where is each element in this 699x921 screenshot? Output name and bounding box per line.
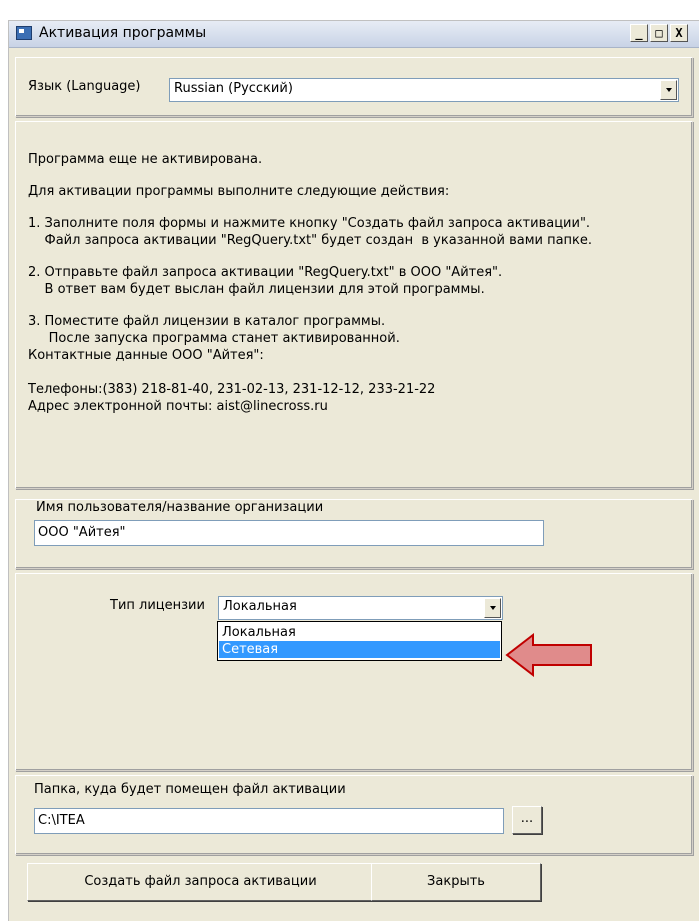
folder-path-input[interactable]: C:\ITEA (34, 808, 504, 834)
browse-folder-button[interactable]: ... (512, 806, 542, 834)
folder-path-value: C:\ITEA (38, 813, 85, 828)
info-group: Программа еще не активирована. Для актив… (15, 121, 693, 489)
info-line: Программа еще не активирована. (28, 152, 263, 167)
app-window-icon (16, 26, 32, 40)
info-line: Адрес электронной почты: aist@linecross.… (28, 399, 328, 414)
dropdown-option-local[interactable]: Локальная (219, 624, 500, 641)
info-line: Контактные данные ООО "Айтея": (28, 348, 264, 363)
minimize-button[interactable]: _ (630, 24, 648, 42)
info-line: 2. Отправьте файл запроса активации "Reg… (28, 265, 503, 280)
close-button[interactable]: Закрыть (371, 863, 541, 901)
dropdown-option-network[interactable]: Сетевая (219, 641, 500, 658)
license-type-label: Тип лицензии (110, 598, 205, 613)
info-line: В ответ вам будет выслан файл лицензии д… (28, 282, 485, 297)
user-group: Имя пользователя/название организации ОО… (15, 499, 693, 569)
language-select[interactable]: Russian (Русский) (169, 78, 679, 102)
info-line: Для активации программы выполните следую… (28, 184, 450, 199)
maximize-button[interactable]: □ (650, 24, 668, 42)
user-label: Имя пользователя/название организации (34, 500, 326, 515)
info-line: 1. Заполните поля формы и нажмите кнопку… (28, 216, 591, 231)
user-name-input[interactable]: ООО "Айтея" (34, 520, 544, 546)
info-line: После запуска программа станет активиров… (28, 331, 400, 346)
license-dropdown-list: Локальная Сетевая (217, 621, 502, 661)
close-window-button[interactable]: X (670, 24, 688, 42)
activation-window: Активация программы _ □ X Язык (Language… (8, 20, 699, 921)
language-group: Язык (Language) Russian (Русский) (15, 57, 693, 117)
annotation-arrow-icon (505, 633, 592, 677)
info-line: Файл запроса активации "RegQuery.txt" бу… (28, 233, 593, 248)
user-name-value: ООО "Айтея" (38, 525, 126, 540)
language-label: Язык (Language) (28, 79, 141, 94)
language-select-value: Russian (Русский) (174, 81, 293, 96)
license-type-value: Локальная (223, 599, 297, 614)
create-request-button[interactable]: Создать файл запроса активации (27, 863, 374, 901)
chevron-down-icon[interactable] (484, 598, 501, 618)
license-type-select[interactable]: Локальная (218, 596, 503, 620)
title-bar[interactable]: Активация программы _ □ X (9, 21, 699, 48)
info-line: Телефоны:(383) 218-81-40, 231-02-13, 231… (28, 382, 436, 397)
folder-label: Папка, куда будет помещен файл активации (34, 782, 346, 797)
folder-group: Папка, куда будет помещен файл активации… (15, 775, 693, 855)
window-title: Активация программы (39, 25, 207, 41)
chevron-down-icon[interactable] (660, 80, 677, 100)
info-line: 3. Поместите файл лицензии в каталог про… (28, 314, 386, 329)
